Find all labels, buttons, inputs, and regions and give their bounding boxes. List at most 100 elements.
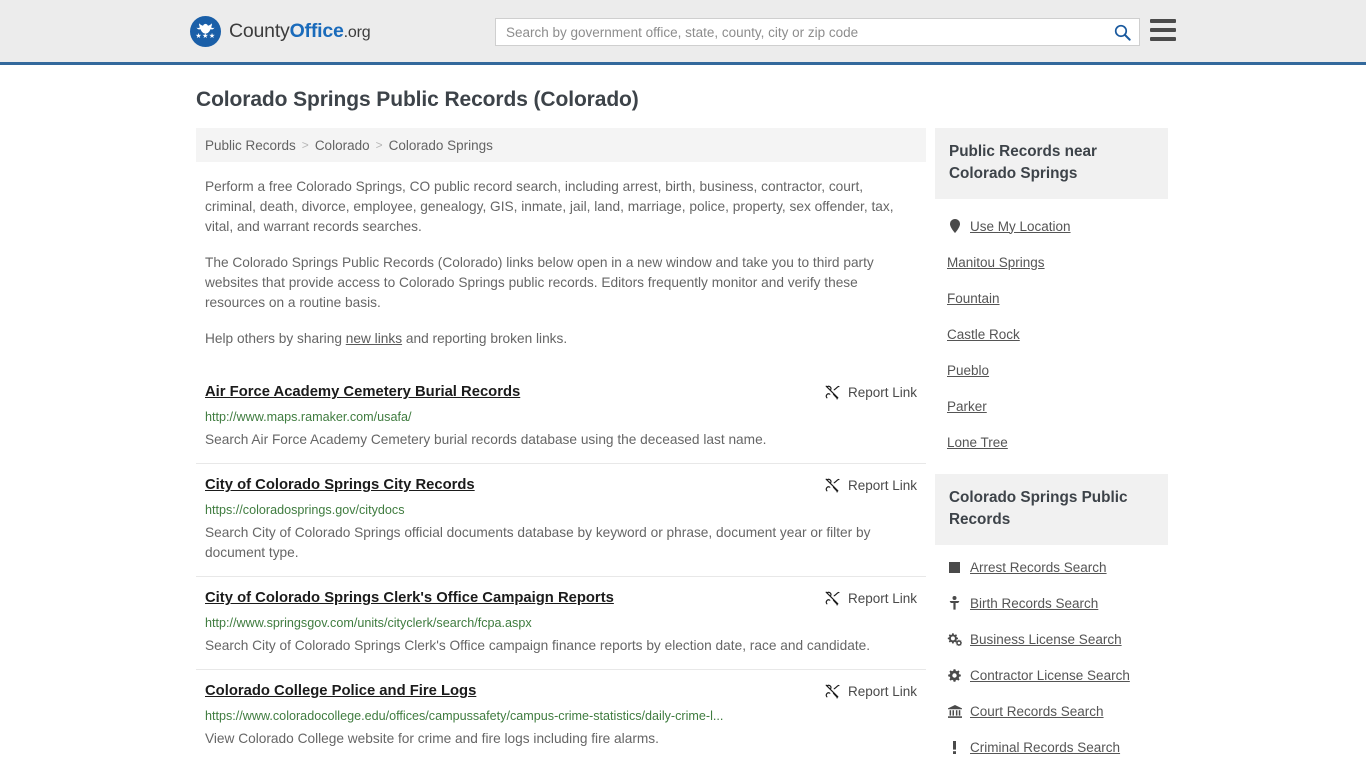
sidebar-link-label[interactable]: Business License Search [970, 632, 1122, 647]
site-header: ★★★ CountyOffice.org [0, 0, 1366, 65]
report-link-label: Report Link [847, 683, 917, 699]
listing-url[interactable]: https://coloradosprings.gov/citydocs [205, 502, 917, 518]
listing-description: Search Air Force Academy Cemetery burial… [205, 432, 767, 447]
hamburger-bar [1150, 19, 1176, 23]
sidebar-item-lone-tree[interactable]: Lone Tree [935, 424, 1168, 460]
sidebar-link-label[interactable]: Manitou Springs [947, 255, 1045, 270]
new-links-link[interactable]: new links [346, 331, 402, 346]
report-link-button[interactable]: Report Link [824, 590, 917, 606]
exclamation-icon [947, 740, 962, 754]
listing-item: City of Colorado Springs Clerk's Office … [196, 576, 926, 669]
sidebar-link-label[interactable]: Arrest Records Search [970, 560, 1107, 575]
listing-url[interactable]: http://www.maps.ramaker.com/usafa/ [205, 409, 917, 425]
sidebar-link-label[interactable]: Fountain [947, 291, 1000, 306]
listing-item: Colorado College Police and Fire Logs Re… [196, 669, 926, 762]
search-button[interactable] [1105, 19, 1139, 45]
sidebar-item-castle-rock[interactable]: Castle Rock [935, 316, 1168, 352]
broken-link-icon [825, 385, 840, 400]
sidebar-item-manitou-springs[interactable]: Manitou Springs [935, 244, 1168, 280]
intro-p3-before: Help others by sharing [205, 331, 346, 346]
sidebar-link-label[interactable]: Contractor License Search [970, 668, 1130, 683]
sidebar-item-court-records[interactable]: Court Records Search [935, 693, 1168, 729]
cogs-icon [947, 632, 962, 646]
sidebar-item-fountain[interactable]: Fountain [935, 280, 1168, 316]
report-link-label: Report Link [847, 477, 917, 493]
broken-link-icon [825, 478, 840, 493]
sidebar-link-label[interactable]: Lone Tree [947, 435, 1008, 450]
map-pin-icon [947, 219, 962, 233]
main-column: Public Records > Colorado > Colorado Spr… [196, 128, 926, 768]
square-icon [947, 561, 962, 573]
sidebar-item-business-license[interactable]: Business License Search [935, 621, 1168, 657]
listing-header: Air Force Academy Cemetery Burial Record… [205, 383, 917, 402]
sidebar-link-label[interactable]: Birth Records Search [970, 596, 1098, 611]
breadcrumb-item-colorado[interactable]: Colorado [315, 138, 370, 153]
report-link-button[interactable]: Report Link [824, 477, 917, 493]
listing-title-link[interactable]: City of Colorado Springs City Records [205, 476, 475, 495]
listing-header: City of Colorado Springs Clerk's Office … [205, 589, 917, 608]
intro-paragraph-2: The Colorado Springs Public Records (Col… [205, 255, 874, 310]
listing-url[interactable]: https://www.coloradocollege.edu/offices/… [205, 708, 917, 724]
listing-title-link[interactable]: Air Force Academy Cemetery Burial Record… [205, 383, 520, 402]
intro-p3-after: and reporting broken links. [402, 331, 568, 346]
report-link-label: Report Link [847, 384, 917, 400]
sidebar-item-use-my-location[interactable]: Use My Location [935, 208, 1168, 244]
intro-text: Perform a free Colorado Springs, CO publ… [196, 177, 926, 349]
breadcrumb: Public Records > Colorado > Colorado Spr… [196, 128, 926, 162]
hamburger-bar [1150, 37, 1176, 41]
intro-paragraph-3: Help others by sharing new links and rep… [205, 329, 917, 349]
logo-text-county: County [229, 19, 290, 42]
breadcrumb-separator: > [301, 138, 309, 152]
listing-header: City of Colorado Springs City Records Re… [205, 476, 917, 495]
breadcrumb-separator: > [375, 138, 383, 152]
stars-icon: ★★★ [195, 33, 216, 40]
listing-title-link[interactable]: Colorado College Police and Fire Logs [205, 682, 476, 701]
sidebar-item-parker[interactable]: Parker [935, 388, 1168, 424]
hamburger-menu-icon[interactable] [1150, 19, 1176, 41]
sidebar-item-pueblo[interactable]: Pueblo [935, 352, 1168, 388]
logo-text: CountyOffice.org [229, 19, 371, 43]
sidebar-link-label[interactable]: Pueblo [947, 363, 989, 378]
listing-url[interactable]: http://www.springsgov.com/units/citycler… [205, 615, 917, 631]
broken-link-icon [825, 591, 840, 606]
sidebar-link-label[interactable]: Use My Location [970, 219, 1071, 234]
report-link-button[interactable]: Report Link [824, 683, 917, 699]
eagle-seal-icon: ★★★ [190, 15, 221, 47]
sidebar-records-list: Arrest Records Search Birth Records Sear… [935, 549, 1168, 768]
hamburger-bar [1150, 28, 1176, 32]
sidebar-link-label[interactable]: Parker [947, 399, 987, 414]
sidebar-item-birth-records[interactable]: Birth Records Search [935, 585, 1168, 621]
listing-description: Search City of Colorado Springs official… [205, 525, 871, 560]
content-columns: Public Records > Colorado > Colorado Spr… [0, 128, 1366, 768]
sidebar-heading-records: Colorado Springs Public Records [935, 474, 1168, 545]
report-link-label: Report Link [847, 590, 917, 606]
sidebar-link-label[interactable]: Criminal Records Search [970, 740, 1120, 755]
logo-text-org: .org [343, 23, 371, 41]
sidebar-link-label[interactable]: Castle Rock [947, 327, 1020, 342]
search-bar[interactable] [495, 18, 1140, 46]
sidebar: Public Records near Colorado Springs Use… [935, 128, 1168, 768]
page-body: Colorado Springs Public Records (Colorad… [0, 88, 1366, 768]
baby-icon [947, 596, 962, 610]
sidebar-link-label[interactable]: Court Records Search [970, 704, 1104, 719]
page-title: Colorado Springs Public Records (Colorad… [196, 88, 639, 111]
sidebar-near-list: Use My Location Manitou Springs Fountain… [935, 208, 1168, 460]
cog-icon [947, 668, 962, 682]
listings: Air Force Academy Cemetery Burial Record… [196, 371, 926, 762]
listing-item: City of Colorado Springs City Records Re… [196, 463, 926, 576]
sidebar-item-contractor-license[interactable]: Contractor License Search [935, 657, 1168, 693]
listing-header: Colorado College Police and Fire Logs Re… [205, 682, 917, 701]
listing-description: Search City of Colorado Springs Clerk's … [205, 638, 871, 653]
sidebar-heading-near: Public Records near Colorado Springs [935, 128, 1168, 199]
site-logo[interactable]: ★★★ CountyOffice.org [190, 15, 371, 47]
sidebar-item-arrest-records[interactable]: Arrest Records Search [935, 549, 1168, 585]
logo-text-office: Office [289, 19, 344, 42]
breadcrumb-item-public-records[interactable]: Public Records [205, 138, 296, 153]
breadcrumb-item-colorado-springs: Colorado Springs [388, 137, 493, 153]
courthouse-icon [947, 704, 962, 718]
intro-paragraph-1: Perform a free Colorado Springs, CO publ… [205, 179, 894, 234]
listing-title-link[interactable]: City of Colorado Springs Clerk's Office … [205, 589, 614, 608]
search-input[interactable] [496, 19, 1105, 45]
sidebar-item-criminal-records[interactable]: Criminal Records Search [935, 729, 1168, 765]
report-link-button[interactable]: Report Link [824, 384, 917, 400]
